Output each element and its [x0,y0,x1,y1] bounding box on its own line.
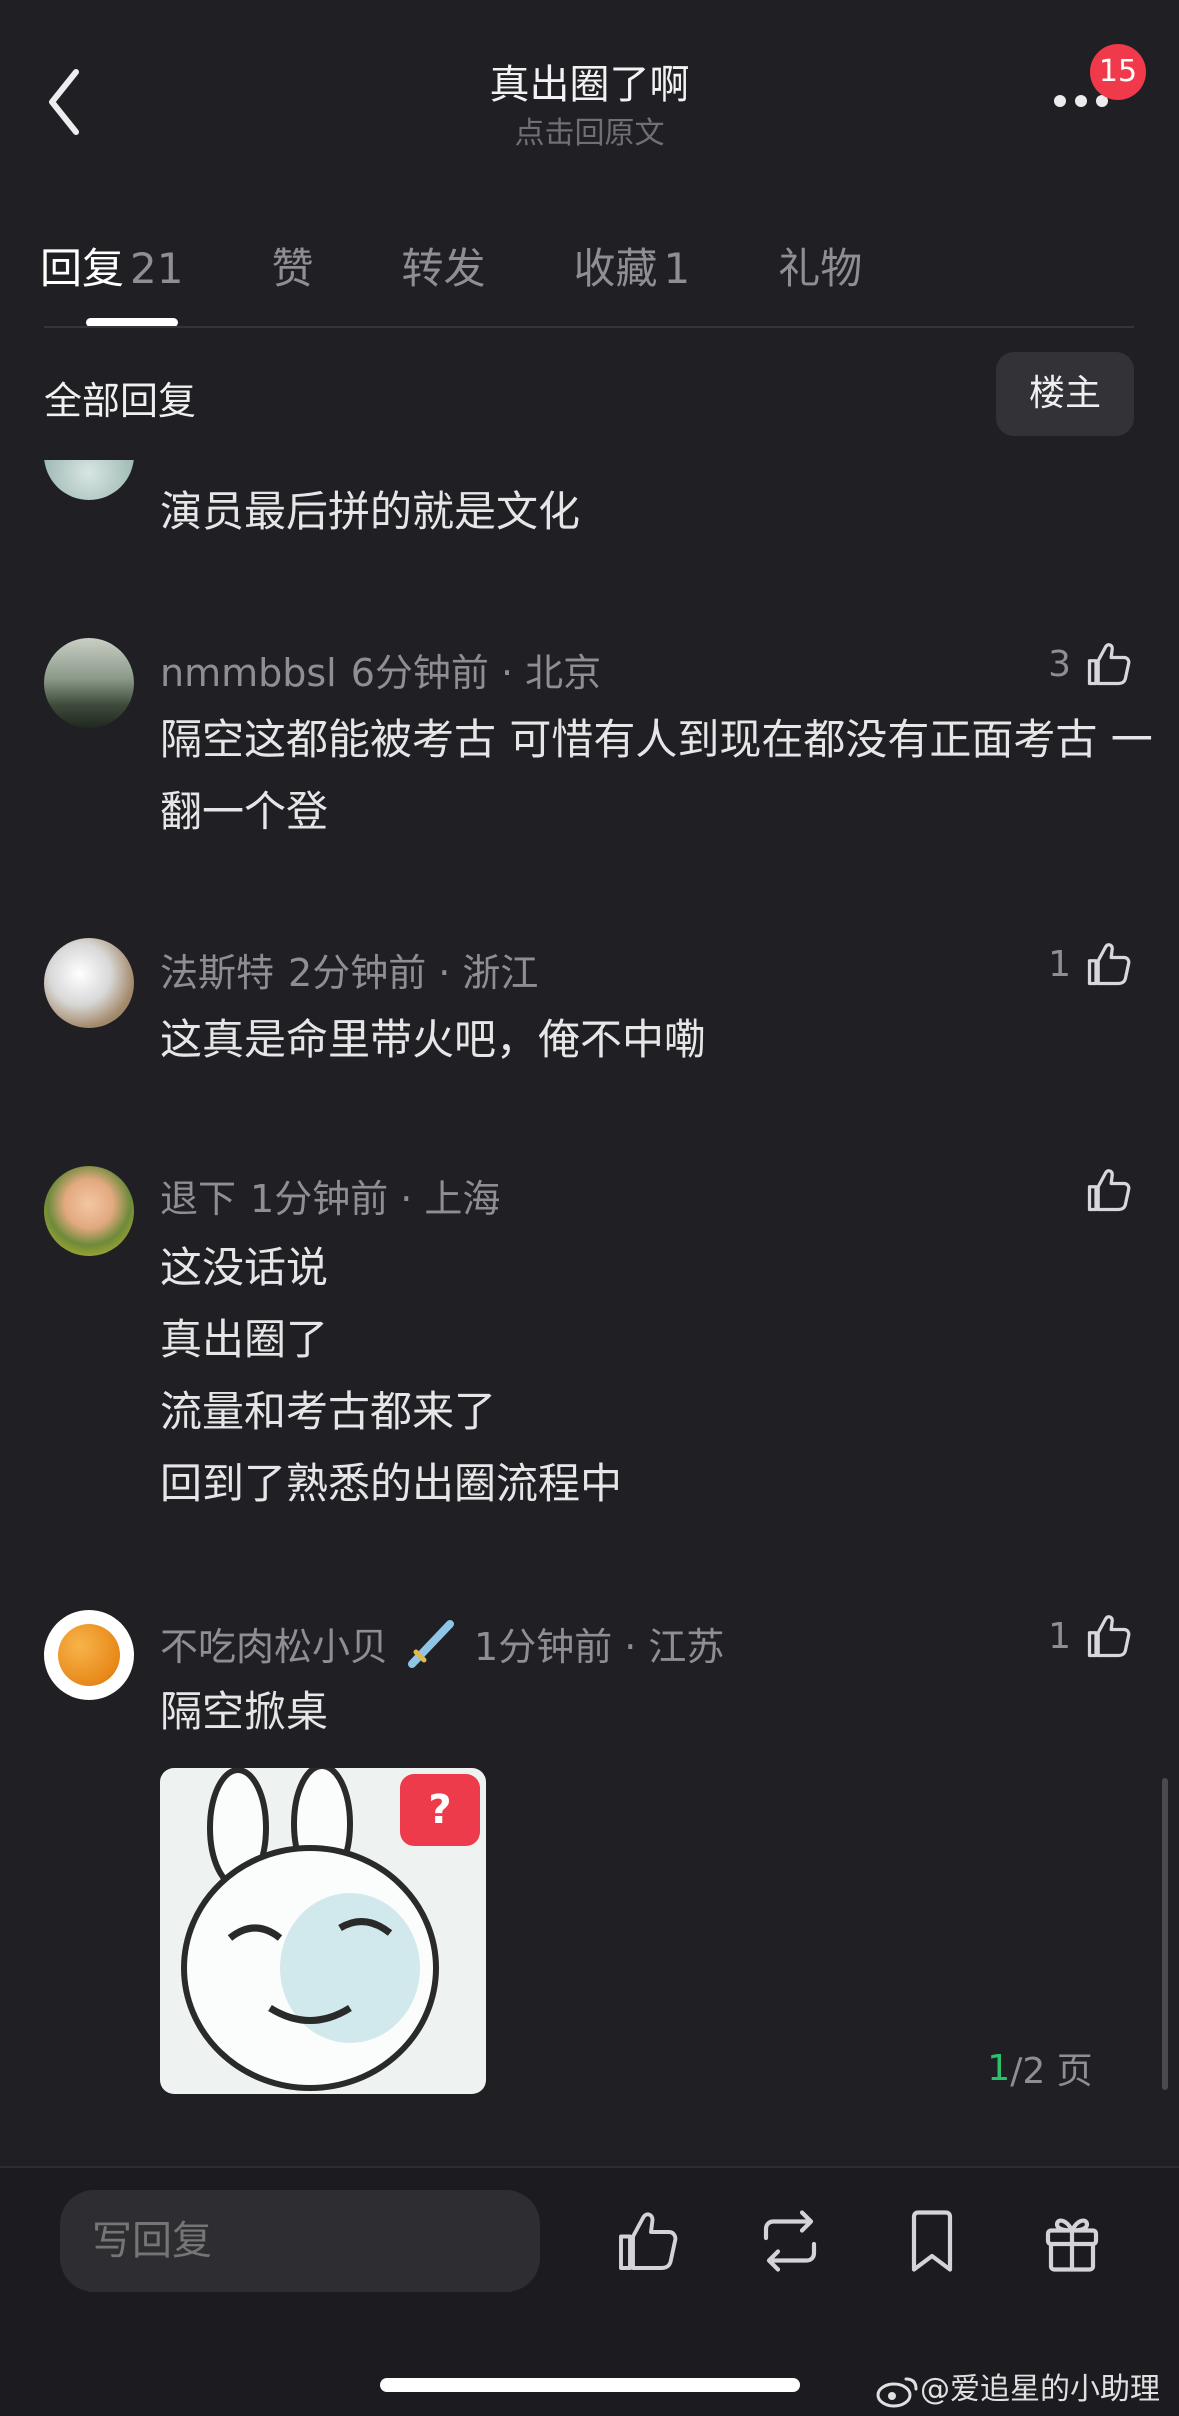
divider [44,326,1134,328]
current-page: 1 [987,2047,1011,2089]
home-indicator[interactable] [380,2378,800,2392]
avatar[interactable] [44,1610,134,1700]
avatar[interactable] [44,938,134,1028]
unknown-sticker-badge: ? [400,1774,480,1846]
tab-bar: 回复 21 赞 转发 收藏 1 礼物 [40,230,950,300]
like-count: 1 [1048,943,1071,985]
all-replies-label: 全部回复 [44,379,197,423]
op-only-button[interactable]: 楼主 [996,352,1134,436]
gift-icon[interactable] [1036,2205,1108,2277]
avatar[interactable] [44,638,134,728]
view-original-link[interactable]: 点击回原文 [0,108,1179,152]
comment-text: 这没话说 真出圈了 流量和考古都来了 回到了熟悉的出圈流程中 [160,1243,623,1508]
tab-favorites[interactable]: 收藏 1 [574,235,691,296]
watermark-text: @爱追星的小助理 [920,2372,1160,2407]
timestamp-location: 1分钟前 · 江苏 [474,1624,725,1669]
page-indicator[interactable]: 1/2 页 [940,2028,1140,2108]
comment-text: 隔空掀桌 [160,1687,329,1736]
tab-count: 1 [663,243,691,293]
tab-label: 赞 [271,243,314,293]
thumbs-up-icon [1087,643,1131,686]
username[interactable]: nmmbbsl [160,651,337,695]
tab-likes[interactable]: 赞 [271,235,313,296]
comment-text: 这真是命里带火吧，俺不中嘞 [160,1015,707,1064]
thumbs-up-icon [1087,943,1131,986]
tab-reposts[interactable]: 转发 [401,235,485,296]
timestamp-location: 1分钟前 · 上海 [250,1177,501,1221]
tab-label: 收藏 [573,243,658,293]
notification-badge: 15 [1090,44,1146,100]
scrollbar[interactable] [1162,1778,1168,2090]
username[interactable]: 不吃肉松小贝 [160,1616,388,1671]
timestamp-location: 6分钟前 · 北京 [350,651,602,695]
total-pages: /2 页 [1010,2051,1093,2092]
like-button[interactable]: 3 [1048,638,1135,690]
username[interactable]: 法斯特 [160,951,274,995]
like-button[interactable] [1083,1164,1135,1216]
timestamp-location: 2分钟前 · 浙江 [288,951,539,995]
tab-label: 转发 [401,243,486,293]
thumbs-up-icon [1087,1169,1131,1212]
comment-meta: 法斯特 2分钟前 · 浙江 [160,942,538,997]
thumbs-up-icon [1087,1615,1131,1658]
like-icon[interactable] [612,2205,684,2277]
comment-meta: 退下 1分钟前 · 上海 [160,1168,500,1223]
avatar[interactable] [44,1166,134,1256]
comment-meta: nmmbbsl 6分钟前 · 北京 [160,642,601,697]
bookmark-icon[interactable] [896,2205,968,2277]
username[interactable]: 退下 [160,1177,236,1221]
reply-input[interactable] [60,2190,540,2292]
like-button[interactable]: 1 [1048,938,1135,990]
comment-meta: 不吃肉松小贝 1分钟前 · 江苏 [160,1614,724,1672]
page-title: 真出圈了啊 [489,62,690,108]
like-button[interactable]: 1 [1048,1610,1135,1662]
comment-text: 隔空这都能被考古 可惜有人到现在都没有正面考古 一翻一个登 [160,715,1153,836]
tab-replies[interactable]: 回复 21 [40,235,183,296]
tab-count: 21 [130,243,184,293]
tab-gifts[interactable]: 礼物 [778,235,862,296]
like-count: 3 [1048,643,1071,685]
weibo-logo-icon [876,2377,918,2407]
comment-text: 演员最后拼的就是文化 [160,487,581,536]
tab-label: 礼物 [778,243,863,293]
watermark: @爱追星的小助理 [876,2364,1160,2409]
repost-icon[interactable] [754,2205,826,2277]
like-count: 1 [1048,1615,1071,1657]
sticker-image[interactable]: ? [160,1768,486,2094]
sword-badge-icon [408,1620,455,1668]
tab-label: 回复 [40,243,125,293]
